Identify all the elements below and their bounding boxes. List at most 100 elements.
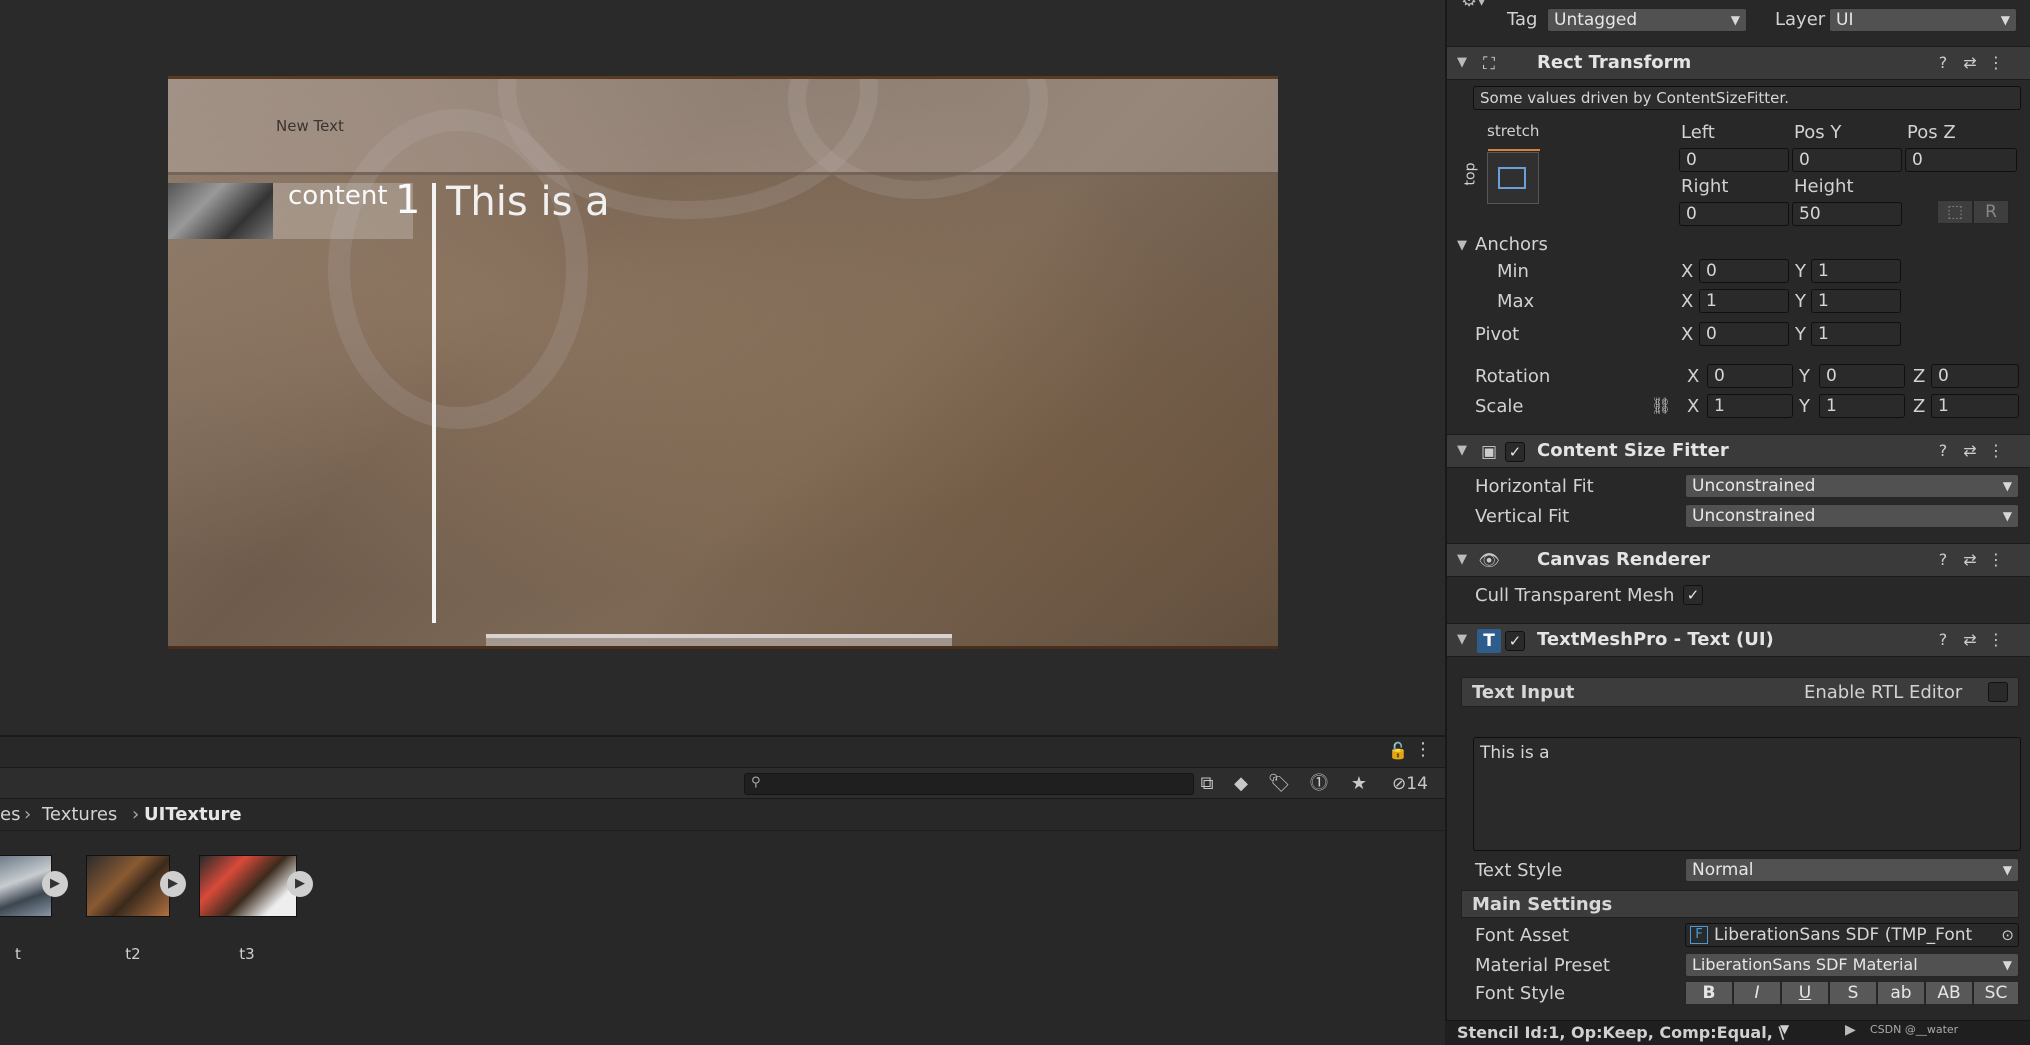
left-field[interactable]: 0 [1679, 148, 1789, 172]
font-style-lowercase-button[interactable]: ab [1877, 981, 1925, 1005]
lock-icon[interactable]: 🔓 [1388, 741, 1408, 760]
kebab-menu-icon[interactable]: ⋮ [1985, 441, 2007, 460]
canvas-renderer-header[interactable]: ▼ 👁 Canvas Renderer ? ⇄ ⋮ [1447, 543, 2030, 577]
help-icon[interactable]: ? [1932, 630, 1954, 649]
asset-thumbnail[interactable]: ▶ [86, 855, 186, 921]
asset-thumbnail[interactable]: ▶ [199, 855, 313, 921]
font-asset-field[interactable]: F LiberationSans SDF (TMP_Font ⊙ [1685, 923, 2019, 947]
scrollbar-handle[interactable] [486, 634, 952, 646]
anchor-max-x-field[interactable]: 1 [1699, 289, 1789, 313]
help-icon[interactable]: ? [1932, 441, 1954, 460]
textmeshpro-header[interactable]: ▼ T ✓ TextMeshPro - Text (UI) ? ⇄ ⋮ [1447, 623, 2030, 657]
favorites-star-icon[interactable]: ★ [1344, 772, 1374, 796]
fold-arrow-icon[interactable]: ▼ [1457, 552, 1467, 567]
play-icon[interactable]: ▶ [287, 871, 313, 897]
material-preset-dropdown[interactable]: LiberationSans SDF Material ▼ [1685, 953, 2019, 977]
content-size-fitter-icon: ▣ [1480, 442, 1498, 462]
kebab-menu-icon[interactable]: ⋮ [1985, 630, 2007, 649]
gameobject-icon[interactable]: ⚙▾ [1461, 0, 1486, 11]
search-input[interactable]: ⚲ [744, 773, 1194, 795]
text-style-dropdown[interactable]: Normal ▼ [1685, 858, 2019, 882]
hidden-count: 14 [1406, 774, 1428, 794]
layer-dropdown[interactable]: UI ▼ [1829, 8, 2017, 32]
font-style-smallcaps-button[interactable]: SC [1973, 981, 2019, 1005]
component-title: Rect Transform [1537, 52, 1692, 73]
cull-transparent-mesh-checkbox[interactable]: ✓ [1683, 585, 1703, 605]
help-icon[interactable]: ? [1932, 550, 1954, 569]
asset-thumbnail[interactable]: ▶ [0, 855, 68, 921]
kebab-menu-icon[interactable]: ⋮ [1414, 739, 1432, 760]
breadcrumb-current[interactable]: UITexture [144, 799, 242, 831]
filter-by-type-icon[interactable]: ◆ [1226, 772, 1256, 796]
blueprint-mode-button[interactable]: ⬚ [1937, 200, 1973, 224]
font-style-bold-button[interactable]: B [1685, 981, 1733, 1005]
posy-field[interactable]: 0 [1792, 148, 1902, 172]
font-style-uppercase-button[interactable]: AB [1925, 981, 1973, 1005]
link-icon[interactable]: ⛓ [1651, 396, 1671, 415]
horizontal-fit-dropdown[interactable]: Unconstrained ▼ [1685, 474, 2019, 498]
height-field[interactable]: 50 [1792, 202, 1902, 226]
posy-label: Pos Y [1794, 122, 1842, 143]
fold-arrow-icon[interactable]: ▼ [1457, 443, 1467, 458]
posz-label: Pos Z [1907, 122, 1956, 143]
dropdown-arrow-icon[interactable]: ▼ [1780, 1022, 1789, 1036]
pivot-y-field[interactable]: 1 [1811, 322, 1901, 346]
content-thumbnail [168, 183, 273, 239]
scale-label: Scale [1475, 396, 1524, 417]
rotation-z-field[interactable]: 0 [1931, 364, 2019, 388]
hidden-packages-toggle[interactable]: ⊘14 [1382, 772, 1438, 796]
component-enabled-checkbox[interactable]: ✓ [1505, 442, 1525, 462]
search-by-type-icon[interactable]: ⧉ [1192, 772, 1222, 796]
anchor-min-x-field[interactable]: 0 [1699, 259, 1789, 283]
fold-arrow-icon[interactable]: ▼ [1457, 55, 1467, 70]
tag-dropdown[interactable]: Untagged ▼ [1547, 8, 1747, 32]
content-size-fitter-header[interactable]: ▼ ▣ ✓ Content Size Fitter ? ⇄ ⋮ [1447, 434, 2030, 468]
filter-warnings-icon[interactable]: ⓵ [1304, 772, 1334, 796]
breadcrumb-item[interactable]: es [0, 799, 20, 831]
rotation-y-field[interactable]: 0 [1819, 364, 1905, 388]
main-settings-section: Main Settings [1461, 890, 2019, 918]
dropdown-arrow-icon: ▼ [2002, 863, 2012, 877]
preset-icon[interactable]: ⇄ [1959, 441, 1981, 460]
scene-view[interactable]: New Text content 1 This is a [0, 0, 1445, 735]
component-enabled-checkbox[interactable]: ✓ [1505, 631, 1525, 651]
rtl-editor-checkbox[interactable] [1988, 682, 2008, 702]
scale-y-field[interactable]: 1 [1819, 394, 1905, 418]
preset-icon[interactable]: ⇄ [1959, 53, 1981, 72]
rect-transform-header[interactable]: ▼ ⛶ Rect Transform ? ⇄ ⋮ [1447, 46, 2030, 80]
vertical-fit-dropdown[interactable]: Unconstrained ▼ [1685, 504, 2019, 528]
preset-icon[interactable]: ⇄ [1959, 550, 1981, 569]
kebab-menu-icon[interactable]: ⋮ [1985, 53, 2007, 72]
font-asset-value: LiberationSans SDF (TMP_Font [1714, 925, 1973, 945]
rotation-x-field[interactable]: 0 [1707, 364, 1793, 388]
asset-label: t3 [239, 945, 255, 963]
font-style-strikethrough-button[interactable]: S [1829, 981, 1877, 1005]
pivot-x-field[interactable]: 0 [1699, 322, 1789, 346]
fold-arrow-icon[interactable]: ▼ [1457, 238, 1467, 253]
scale-x-field[interactable]: 1 [1707, 394, 1793, 418]
help-icon[interactable]: ? [1932, 53, 1954, 72]
posz-field[interactable]: 0 [1905, 148, 2017, 172]
text-input-area[interactable]: This is a [1473, 737, 2021, 851]
fold-arrow-icon[interactable]: ▼ [1457, 632, 1467, 647]
breadcrumb-item[interactable]: Textures [42, 799, 117, 831]
play-icon[interactable]: ▶ [1845, 1022, 1856, 1038]
anchor-min-y-field[interactable]: 1 [1811, 259, 1901, 283]
font-style-italic-button[interactable]: I [1733, 981, 1781, 1005]
text-style-label: Text Style [1475, 860, 1563, 881]
preset-icon[interactable]: ⇄ [1959, 630, 1981, 649]
ui-canvas-preview[interactable]: New Text content 1 This is a [168, 76, 1278, 649]
anchor-max-y-field[interactable]: 1 [1811, 289, 1901, 313]
right-field[interactable]: 0 [1679, 202, 1789, 226]
play-icon[interactable]: ▶ [160, 871, 186, 897]
component-title: TextMeshPro - Text (UI) [1537, 629, 1774, 650]
scale-z-field[interactable]: 1 [1931, 394, 2019, 418]
content-label: content [288, 181, 388, 211]
play-icon[interactable]: ▶ [42, 871, 68, 897]
kebab-menu-icon[interactable]: ⋮ [1985, 550, 2007, 569]
raw-edit-button[interactable]: R [1973, 200, 2009, 224]
font-style-underline-button[interactable]: U [1781, 981, 1829, 1005]
object-picker-icon[interactable]: ⊙ [2001, 924, 2014, 946]
anchor-preset-button[interactable] [1487, 149, 1540, 204]
filter-by-label-icon[interactable]: 🏷 [1264, 772, 1294, 796]
